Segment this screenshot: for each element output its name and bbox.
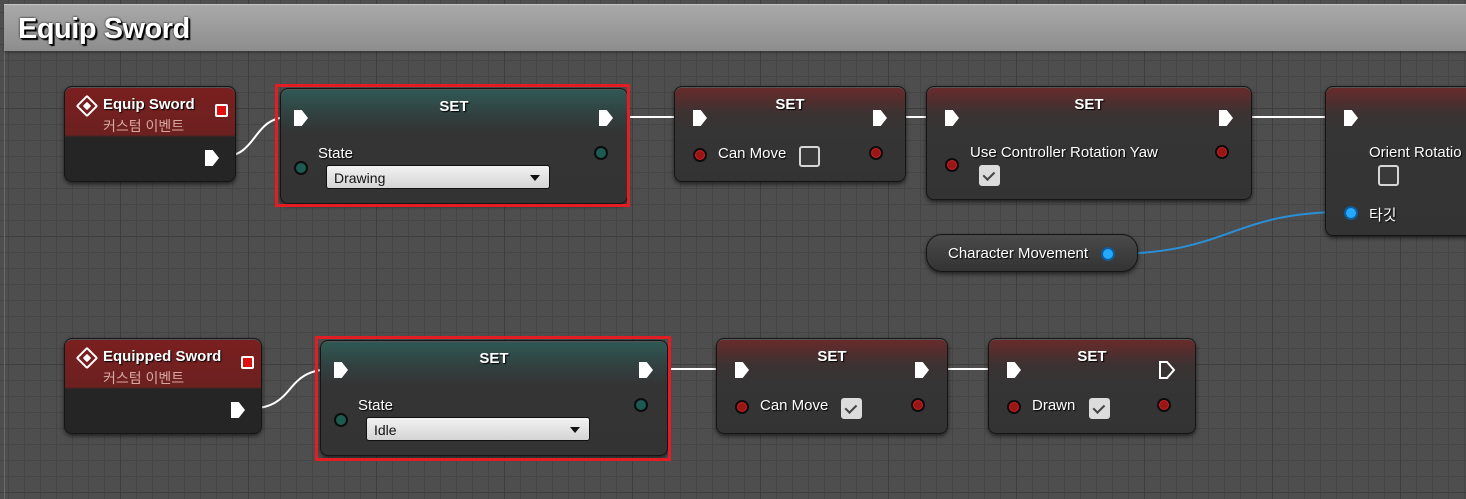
set-node-use-controller-rotation-yaw[interactable]: SET Use Controller Rotation Yaw: [926, 86, 1252, 200]
set-node-state-idle[interactable]: SET State Idle: [320, 340, 668, 456]
can-move-checkbox[interactable]: [799, 146, 820, 167]
pin-label: Orient Rotatio: [1369, 144, 1462, 161]
bool-out-pin[interactable]: [1157, 398, 1171, 412]
check-icon: [844, 401, 858, 414]
check-icon: [982, 168, 996, 181]
pin-label: Can Move: [718, 145, 787, 162]
delegate-pin[interactable]: [215, 104, 228, 117]
set-node-orient-rotation[interactable]: Orient Rotatio 타깃: [1325, 86, 1466, 236]
exec-out-pin-unconnected[interactable]: [1159, 361, 1175, 379]
dropdown-caret-icon: [530, 175, 540, 181]
event-diamond-icon: [75, 94, 99, 118]
state-dropdown[interactable]: Drawing: [326, 165, 550, 189]
bool-in-pin[interactable]: [945, 158, 959, 172]
node-title: SET: [439, 98, 469, 115]
bool-in-pin[interactable]: [693, 148, 707, 162]
state-in-pin[interactable]: [294, 161, 308, 175]
state-out-pin[interactable]: [594, 146, 608, 160]
object-out-pin[interactable]: [1101, 247, 1115, 261]
set-node-can-move-2[interactable]: SET Can Move: [716, 338, 948, 434]
set-node-can-move[interactable]: SET Can Move: [674, 86, 906, 182]
node-title: SET: [479, 350, 509, 367]
event-subtitle: 커스텀 이벤트: [103, 118, 185, 134]
bool-out-pin[interactable]: [869, 146, 883, 160]
set-node-state-drawing[interactable]: SET State Drawing: [280, 88, 628, 204]
event-subtitle: 커스텀 이벤트: [103, 370, 185, 386]
can-move-checkbox[interactable]: [841, 398, 862, 419]
bool-out-pin[interactable]: [1215, 145, 1229, 159]
state-dropdown[interactable]: Idle: [366, 417, 590, 441]
event-node-equipped-sword[interactable]: Equipped Sword 커스텀 이벤트: [64, 338, 262, 434]
orient-rotation-checkbox[interactable]: [1378, 165, 1399, 186]
exec-out-pin[interactable]: [231, 402, 245, 418]
exec-out-pin[interactable]: [205, 150, 219, 166]
bool-in-pin[interactable]: [1007, 400, 1021, 414]
bool-in-pin[interactable]: [735, 400, 749, 414]
target-label: 타깃: [1369, 207, 1397, 224]
event-node-equip-sword[interactable]: Equip Sword 커스텀 이벤트: [64, 86, 236, 182]
event-title: Equip Sword: [103, 96, 195, 113]
use-controller-checkbox[interactable]: [979, 165, 1000, 186]
pin-label: Use Controller Rotation Yaw: [970, 144, 1158, 161]
pin-label: Can Move: [760, 397, 829, 414]
character-movement-node[interactable]: Character Movement: [926, 234, 1138, 272]
object-wire: [1109, 211, 1346, 255]
pin-label: State: [318, 145, 354, 162]
variable-label: Character Movement: [948, 245, 1089, 262]
dropdown-value: Idle: [374, 422, 397, 438]
drawn-checkbox[interactable]: [1089, 398, 1110, 419]
node-title: SET: [817, 348, 847, 365]
node-title: SET: [775, 96, 805, 113]
exec-in-pin[interactable]: [1344, 110, 1358, 126]
event-diamond-icon: [75, 346, 99, 370]
event-title: Equipped Sword: [103, 348, 222, 365]
target-pin[interactable]: [1344, 206, 1358, 220]
pin-label: Drawn: [1032, 397, 1076, 414]
bool-out-pin[interactable]: [911, 398, 925, 412]
check-icon: [1092, 401, 1106, 414]
node-title: SET: [1074, 96, 1104, 113]
dropdown-value: Drawing: [334, 170, 386, 186]
delegate-pin[interactable]: [241, 356, 254, 369]
state-out-pin[interactable]: [634, 398, 648, 412]
dropdown-caret-icon: [570, 427, 580, 433]
set-node-drawn[interactable]: SET Drawn: [988, 338, 1196, 434]
state-in-pin[interactable]: [334, 413, 348, 427]
pin-label: State: [358, 397, 394, 414]
